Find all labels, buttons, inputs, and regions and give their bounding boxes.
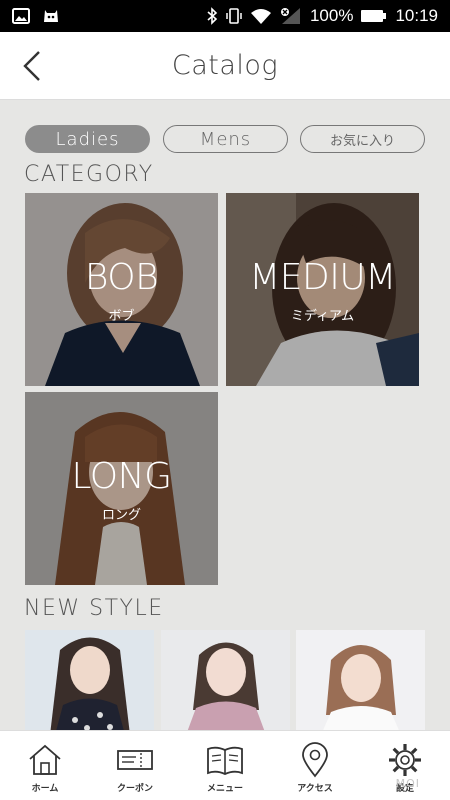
nav-label: アクセス — [297, 784, 333, 794]
category-label-en: MEDIUM — [249, 257, 396, 298]
nav-coupon[interactable]: クーポン — [90, 731, 180, 800]
coupon-icon — [117, 750, 153, 770]
category-label-en: BOB — [84, 257, 159, 298]
category-tile-long[interactable]: LONG ロング — [25, 392, 218, 585]
nav-menu[interactable]: メニュー — [180, 731, 270, 800]
page-title: Catalog — [171, 50, 279, 81]
vibrate-icon — [226, 8, 242, 24]
category-label-en: LONG — [71, 456, 172, 497]
nav-label: クーポン — [116, 784, 153, 794]
new-style-thumbnail[interactable] — [296, 630, 425, 735]
category-tile-bob[interactable]: BOB ボブ — [25, 193, 218, 386]
battery-percentage: 100% — [309, 6, 354, 25]
new-style-thumbnail[interactable] — [161, 630, 290, 735]
filter-tabs: Ladies Mens お気に入り — [25, 125, 425, 153]
chevron-left-icon — [23, 51, 40, 81]
back-button[interactable] — [14, 48, 50, 84]
tab-favorites[interactable]: お気に入り — [300, 125, 425, 153]
category-heading: CATEGORY — [24, 162, 154, 187]
status-bar: 100% 10:19 — [0, 0, 450, 32]
category-label-ja: ボブ — [108, 309, 135, 324]
new-style-photo-1 — [25, 630, 154, 735]
new-style-thumbnail[interactable] — [25, 630, 154, 735]
signal-icon — [280, 8, 300, 24]
nav-label: メニュー — [206, 784, 243, 794]
new-style-heading: NEW STYLE — [24, 596, 164, 621]
bottom-navigation: ホーム クーポン メニュー アクセス 設定 — [0, 730, 450, 800]
menu-book-icon — [207, 746, 243, 775]
clock: 10:19 — [395, 6, 438, 25]
tab-ladies[interactable]: Ladies — [25, 125, 150, 153]
nav-access[interactable]: アクセス — [270, 731, 360, 800]
category-label-ja: ミディアム — [290, 309, 355, 324]
new-style-photo-2 — [161, 630, 290, 735]
category-label-ja: ロング — [101, 508, 141, 523]
nav-label: ホーム — [31, 784, 59, 794]
app-header: Catalog — [0, 32, 450, 100]
new-style-photo-3 — [296, 630, 425, 735]
nav-home[interactable]: ホーム — [0, 731, 90, 800]
battery-icon — [361, 10, 387, 22]
map-pin-icon — [302, 742, 328, 778]
app-notification-icon — [44, 10, 58, 22]
category-tile-medium[interactable]: MEDIUM ミディアム — [226, 193, 419, 386]
home-icon — [29, 744, 61, 775]
brand-watermark: MOI — [395, 777, 420, 790]
gear-icon — [389, 744, 421, 776]
tab-mens[interactable]: Mens — [163, 125, 288, 153]
bluetooth-icon — [207, 7, 218, 25]
wifi-icon — [250, 9, 271, 24]
image-notification-icon — [12, 8, 30, 24]
